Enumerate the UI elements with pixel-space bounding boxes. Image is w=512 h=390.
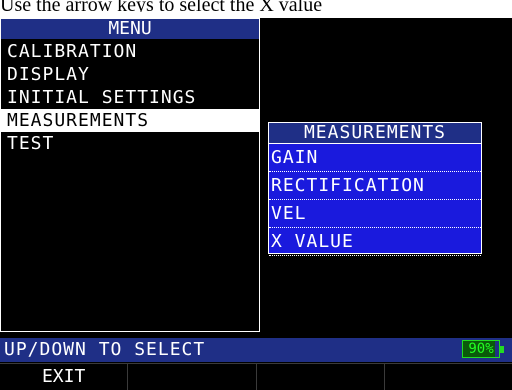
menu-item-measurements[interactable]: MEASUREMENTS — [1, 109, 259, 132]
status-text: UP/DOWN TO SELECT — [4, 339, 206, 360]
softkey-4[interactable] — [384, 363, 512, 390]
menu-item-test[interactable]: TEST — [1, 132, 259, 155]
submenu-item-vel[interactable]: VEL — [269, 200, 481, 228]
submenu-item-gain[interactable]: GAIN — [269, 144, 481, 172]
submenu-item-rectification[interactable]: RECTIFICATION — [269, 172, 481, 200]
main-menu: MENU CALIBRATION DISPLAY INITIAL SETTING… — [0, 18, 260, 332]
menu-item-initial-settings[interactable]: INITIAL SETTINGS — [1, 86, 259, 109]
softkey-3[interactable] — [256, 363, 385, 390]
instruction-caption: Use the arrow keys to select the X value — [0, 0, 323, 12]
battery-percent: 90% — [468, 341, 494, 357]
menu-item-display[interactable]: DISPLAY — [1, 63, 259, 86]
submenu-title: MEASUREMENTS — [269, 123, 481, 144]
menu-item-calibration[interactable]: CALIBRATION — [1, 40, 259, 63]
status-bar: UP/DOWN TO SELECT 90% — [0, 338, 512, 362]
submenu-item-x-value[interactable]: X VALUE — [269, 228, 481, 256]
softkey-2[interactable] — [128, 363, 257, 390]
menu-title: MENU — [1, 19, 259, 39]
softkey-exit[interactable]: EXIT — [0, 363, 129, 390]
battery-icon: 90% — [462, 340, 500, 358]
measurements-submenu: MEASUREMENTS GAIN RECTIFICATION VEL X VA… — [268, 122, 482, 256]
menu-list: CALIBRATION DISPLAY INITIAL SETTINGS MEA… — [1, 39, 259, 155]
device-screen: MENU CALIBRATION DISPLAY INITIAL SETTING… — [0, 18, 512, 390]
battery-terminal — [500, 346, 504, 353]
softkey-bar: EXIT — [0, 363, 512, 390]
